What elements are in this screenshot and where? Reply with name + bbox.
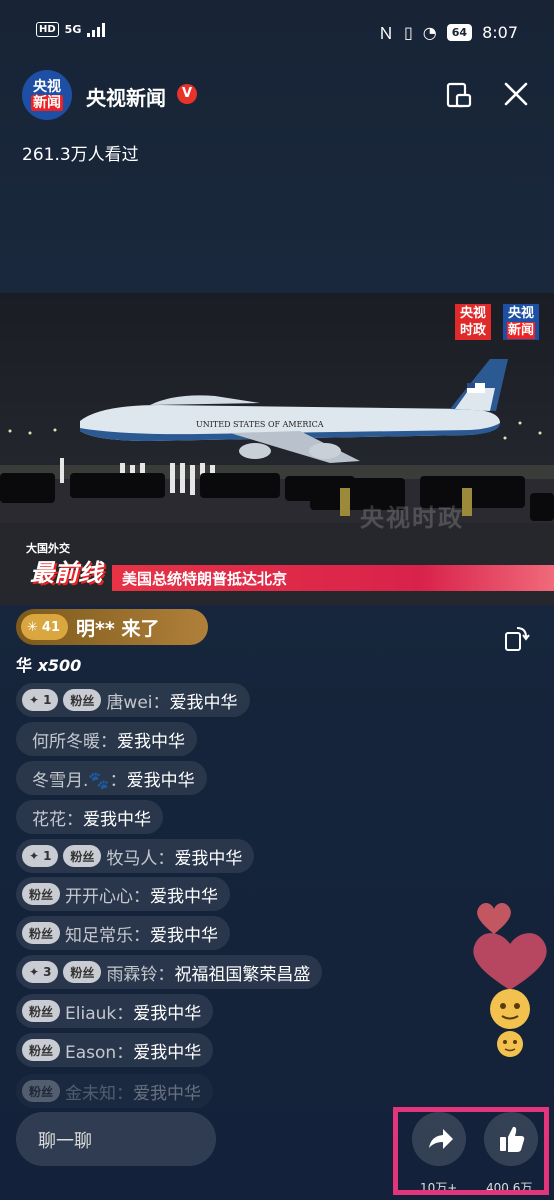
level-number: 1: [43, 693, 52, 707]
gift-quantity: x500: [37, 656, 82, 675]
program-logo: 大国外交 最前线: [22, 540, 112, 590]
comment-message: 爱我中华: [150, 925, 219, 946]
logo-news-line-1: 央视: [507, 306, 534, 321]
fan-badge: 粉丝: [63, 689, 102, 711]
channel-name[interactable]: 央视新闻: [86, 82, 166, 111]
user-join-banner: ✳ 41 明** 来了: [16, 609, 208, 645]
sparkle-icon: ✳: [27, 619, 38, 635]
comment-username: 知足常乐：: [65, 925, 151, 946]
comment-item[interactable]: 粉丝 知足常乐： 爱我中华: [16, 916, 231, 950]
comment-username: 牧马人：: [106, 848, 175, 869]
comment-username: 何所冬暖：: [32, 731, 117, 752]
chat-placeholder: 聊一聊: [38, 1131, 92, 1152]
battery-icon: 64: [446, 23, 473, 41]
comment-message: 爱我中华: [126, 770, 195, 791]
comment-message: 爱我中华: [83, 809, 151, 830]
comment-username: 冬雪月.🐾：: [32, 770, 127, 791]
comment-username: 开开心心：: [65, 886, 151, 907]
comment-item[interactable]: 粉丝 Eliauk： 爱我中华: [16, 994, 214, 1028]
logo-politics-line-2: 时政: [459, 323, 486, 338]
level-number: 3: [43, 965, 52, 979]
comment-item[interactable]: ✦ 1 粉丝 唐wei： 爱我中华: [16, 683, 250, 717]
emoji-face-icon: [490, 989, 530, 1029]
fan-badge: 粉丝: [22, 883, 61, 905]
highlight-box: [393, 1107, 549, 1195]
avatar-line-2: 新闻: [31, 95, 63, 111]
gift-message: 华 x500: [16, 652, 81, 676]
live-video[interactable]: UNITED STATES OF AMERICA 央视 时政 央视 新闻 央视时…: [0, 293, 554, 605]
comment-message: 爱我中华: [174, 848, 243, 869]
speed-icon: ◔: [422, 22, 437, 42]
fan-badge: 粉丝: [22, 1039, 61, 1061]
comment-item[interactable]: 冬雪月.🐾： 爱我中华: [16, 761, 207, 795]
channel-avatar[interactable]: 央视 新闻: [22, 70, 72, 120]
comment-item[interactable]: ✦ 1 粉丝 牧马人： 爱我中华: [16, 839, 255, 873]
fan-badge: 粉丝: [63, 961, 102, 983]
cctv-news-logo: 央视 新闻: [503, 304, 539, 340]
join-text: 明** 来了: [76, 617, 160, 640]
comment-message: 爱我中华: [133, 1083, 202, 1104]
picture-in-picture-icon[interactable]: [446, 82, 472, 108]
fan-badge: 粉丝: [22, 1000, 61, 1022]
status-bar: HD 5G Ｎ ▯ ◔ 64 8:07: [0, 0, 554, 60]
verified-icon: V: [177, 84, 197, 104]
cctv-politics-logo: 央视 时政: [455, 304, 491, 340]
news-ticker: 美国总统特朗普抵达北京 大国外交 最前线: [0, 542, 554, 592]
comment-item[interactable]: 粉丝 Eason： 爱我中华: [16, 1033, 214, 1067]
comment-message: 爱我中华: [150, 886, 219, 907]
close-icon[interactable]: [502, 80, 530, 108]
comment-username: 金未知：: [65, 1083, 134, 1104]
sparkle-icon: ✦: [29, 965, 40, 979]
plane-text: UNITED STATES OF AMERICA: [196, 420, 324, 429]
avatar-line-1: 央视: [33, 79, 61, 95]
sparkle-icon: ✦: [29, 693, 40, 707]
comment-message: 爱我中华: [133, 1042, 202, 1063]
rotate-screen-icon[interactable]: [503, 624, 531, 652]
level-number: 1: [43, 849, 52, 863]
logo-politics-line-1: 央视: [459, 306, 486, 321]
video-watermark: 央视时政: [360, 504, 464, 532]
floating-heart-large-icon: [473, 933, 547, 990]
program-big-text: 最前线: [30, 559, 102, 587]
chat-input[interactable]: 聊一聊: [16, 1112, 216, 1166]
emoji-small-face-icon: [497, 1031, 523, 1057]
fan-badge: 粉丝: [22, 922, 61, 944]
comment-item[interactable]: 粉丝 金未知： 爱我中华: [16, 1074, 213, 1108]
network-indicator: 5G: [64, 23, 82, 36]
sparkle-icon: ✦: [29, 849, 40, 863]
ticker-text: 美国总统特朗普抵达北京: [122, 570, 288, 588]
comment-item[interactable]: 何所冬暖： 爱我中华: [16, 722, 197, 756]
comment-message: 爱我中华: [133, 1003, 202, 1024]
fan-badge: 粉丝: [22, 1080, 61, 1102]
comment-item[interactable]: ✦ 3 粉丝 雨霖铃： 祝福祖国繁荣昌盛: [16, 955, 323, 989]
fan-level: 41: [41, 619, 60, 635]
comment-item[interactable]: 粉丝 开开心心： 爱我中华: [16, 877, 231, 911]
level-badge: ✦ 1: [22, 845, 59, 867]
viewer-count: 261.3万人看过: [22, 145, 139, 165]
hd-indicator: HD: [36, 22, 59, 37]
logo-news-line-2: 新闻: [507, 322, 535, 339]
comment-username: Eliauk：: [65, 1003, 134, 1024]
clock: 8:07: [482, 22, 518, 42]
comment-item[interactable]: 花花： 爱我中华: [16, 800, 163, 834]
fan-level-badge: ✳ 41: [21, 614, 68, 640]
comment-username: 花花：: [32, 809, 83, 830]
comment-message: 祝福祖国繁荣昌盛: [174, 964, 311, 985]
comment-username: Eason：: [65, 1042, 134, 1063]
comment-message: 爱我中华: [117, 731, 185, 752]
signal-icon: [87, 22, 106, 37]
nfc-icon: Ｎ: [377, 24, 394, 43]
level-badge: ✦ 3: [22, 961, 59, 983]
vibrate-icon: ▯: [403, 22, 413, 42]
comment-username: 唐wei：: [106, 692, 170, 713]
fan-badge: 粉丝: [63, 845, 102, 867]
comment-username: 雨霖铃：: [106, 964, 175, 985]
gift-name: 华: [16, 656, 33, 675]
comment-message: 爱我中华: [169, 692, 238, 713]
level-badge: ✦ 1: [22, 689, 59, 711]
